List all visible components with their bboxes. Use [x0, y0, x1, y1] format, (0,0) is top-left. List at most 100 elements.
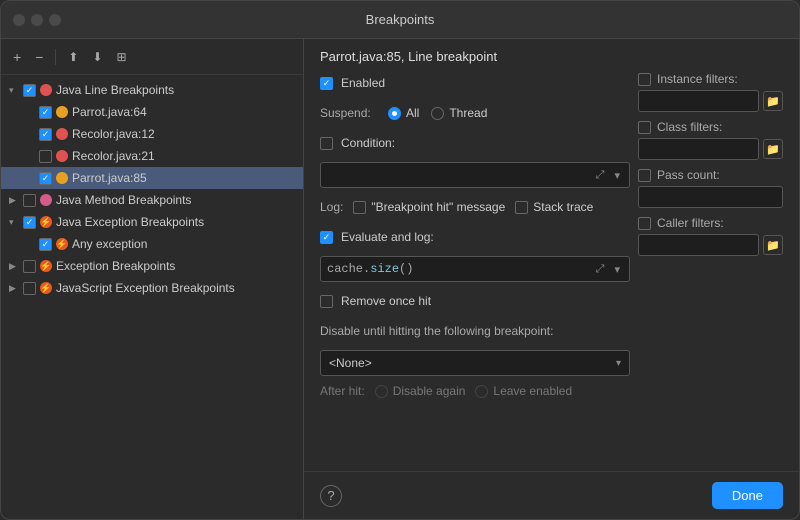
pass-count-checkbox[interactable]: [638, 169, 651, 182]
bp-parrot-64[interactable]: ✓ Parrot.java:64: [1, 101, 303, 123]
caller-filters-label: Caller filters:: [657, 216, 724, 230]
cb-java-exception[interactable]: ✓: [23, 216, 36, 229]
instance-filters-checkbox[interactable]: [638, 73, 651, 86]
eval-code: cache.size(): [327, 262, 589, 276]
done-button[interactable]: Done: [712, 482, 783, 509]
detail-right: Instance filters: 📁 Class filters:: [638, 72, 783, 465]
main-body: + − ⬆ ⬇ ⊞ ▾ ✓ Java Line Breakpoints ✓: [1, 39, 799, 519]
radio-thread[interactable]: Thread: [431, 106, 487, 120]
checkbox-java-line[interactable]: ✓: [23, 84, 36, 97]
detail-header: Parrot.java:85, Line breakpoint: [304, 39, 799, 66]
cb-java-method[interactable]: [23, 194, 36, 207]
cb-recolor-12[interactable]: ✓: [39, 128, 52, 141]
dot-recolor-12: [56, 128, 68, 140]
log-message-option: "Breakpoint hit" message: [353, 200, 505, 214]
group-java-exception[interactable]: ▾ ✓ ⚡ Java Exception Breakpoints: [1, 211, 303, 233]
expand-condition-btn[interactable]: ⤢: [593, 168, 608, 183]
remove-once-hit-row: Remove once hit: [320, 290, 630, 312]
instance-filters-browse-btn[interactable]: 📁: [763, 91, 783, 111]
condition-input[interactable]: [327, 168, 589, 182]
remove-once-hit-checkbox[interactable]: [320, 295, 333, 308]
enabled-checkbox[interactable]: ✓: [320, 77, 333, 90]
cb-recolor-21[interactable]: [39, 150, 52, 163]
label-parrot-85: Parrot.java:85: [72, 171, 295, 185]
detail-left: ✓ Enabled Suspend: All: [320, 72, 630, 465]
radio-disable-again-label: Disable again: [393, 384, 466, 398]
log-message-label: "Breakpoint hit" message: [371, 200, 505, 214]
group-java-line[interactable]: ▾ ✓ Java Line Breakpoints: [1, 79, 303, 101]
traffic-lights: [13, 14, 61, 26]
group-exception[interactable]: ▶ ⚡ Exception Breakpoints: [1, 255, 303, 277]
class-filters-browse-btn[interactable]: 📁: [763, 139, 783, 159]
cb-any-exception[interactable]: ✓: [39, 238, 52, 251]
export-button[interactable]: ⬆: [64, 49, 82, 65]
label-java-method: Java Method Breakpoints: [56, 193, 295, 207]
window-title: Breakpoints: [366, 12, 435, 27]
bp-recolor-21[interactable]: Recolor.java:21: [1, 145, 303, 167]
log-message-checkbox[interactable]: [353, 201, 366, 214]
stack-trace-checkbox[interactable]: [515, 201, 528, 214]
class-filters-input[interactable]: [638, 138, 759, 160]
right-side: Parrot.java:85, Line breakpoint ✓ Enable…: [304, 39, 799, 519]
bp-parrot-85[interactable]: ✓ Parrot.java:85: [1, 167, 303, 189]
condition-field-row: ⤢ ▾: [320, 162, 630, 188]
bp-any-exception[interactable]: ✓ ⚡ Any exception: [1, 233, 303, 255]
radio-thread-btn[interactable]: [431, 107, 444, 120]
eval-log-checkbox[interactable]: ✓: [320, 231, 333, 244]
cb-parrot-64[interactable]: ✓: [39, 106, 52, 119]
cb-js-exception[interactable]: [23, 282, 36, 295]
caller-filters-checkbox[interactable]: [638, 217, 651, 230]
class-filters-section: Class filters: 📁: [638, 120, 783, 160]
left-panel: + − ⬆ ⬇ ⊞ ▾ ✓ Java Line Breakpoints ✓: [1, 39, 304, 519]
bp-recolor-12[interactable]: ✓ Recolor.java:12: [1, 123, 303, 145]
radio-all-btn[interactable]: [388, 107, 401, 120]
class-filters-input-row: 📁: [638, 138, 783, 160]
eval-log-row: ✓ Evaluate and log:: [320, 226, 630, 248]
filter-button[interactable]: ⊞: [113, 49, 131, 65]
expand-eval-btn[interactable]: ⤢: [593, 262, 608, 277]
dot-parrot-64: [56, 106, 68, 118]
caller-filters-browse-btn[interactable]: 📁: [763, 235, 783, 255]
dropdown-condition-btn[interactable]: ▾: [611, 168, 623, 183]
expand-arrow-java-line: ▾: [9, 85, 19, 96]
condition-label: Condition:: [341, 136, 395, 150]
class-filters-row: Class filters:: [638, 120, 783, 134]
radio-disable-again-btn[interactable]: [375, 385, 388, 398]
radio-leave-enabled-label: Leave enabled: [493, 384, 572, 398]
cb-parrot-85[interactable]: ✓: [39, 172, 52, 185]
breakpoint-title: Parrot.java:85, Line breakpoint: [320, 49, 783, 64]
dot-parrot-85: [56, 172, 68, 184]
maximize-button[interactable]: [49, 14, 61, 26]
close-button[interactable]: [13, 14, 25, 26]
add-button[interactable]: +: [9, 48, 25, 66]
label-exception: Exception Breakpoints: [56, 259, 295, 273]
none-dropdown[interactable]: <None> ▾: [320, 350, 630, 376]
dot-java-exception: ⚡: [40, 216, 52, 228]
eval-log-label: Evaluate and log:: [341, 230, 434, 244]
detail-area: ✓ Enabled Suspend: All: [304, 66, 799, 471]
radio-all[interactable]: All: [388, 106, 419, 120]
label-recolor-12: Recolor.java:12: [72, 127, 295, 141]
caller-filters-input-row: 📁: [638, 234, 783, 256]
caller-filters-input[interactable]: [638, 234, 759, 256]
radio-all-label: All: [406, 106, 419, 120]
import-button[interactable]: ⬇: [88, 49, 106, 65]
cb-exception[interactable]: [23, 260, 36, 273]
group-js-exception[interactable]: ▶ ⚡ JavaScript Exception Breakpoints: [1, 277, 303, 299]
footer: ? Done: [304, 471, 799, 519]
help-button[interactable]: ?: [320, 485, 342, 507]
pass-count-input[interactable]: [638, 186, 783, 208]
pass-count-row: Pass count:: [638, 168, 783, 182]
remove-button[interactable]: −: [31, 48, 47, 66]
breakpoint-tree: ▾ ✓ Java Line Breakpoints ✓ Parrot.java:…: [1, 75, 303, 519]
radio-leave-enabled[interactable]: Leave enabled: [475, 384, 572, 398]
minimize-button[interactable]: [31, 14, 43, 26]
condition-checkbox[interactable]: [320, 137, 333, 150]
radio-leave-enabled-btn[interactable]: [475, 385, 488, 398]
instance-filters-input[interactable]: [638, 90, 759, 112]
dropdown-eval-btn[interactable]: ▾: [611, 262, 623, 277]
group-java-method[interactable]: ▶ Java Method Breakpoints: [1, 189, 303, 211]
class-filters-checkbox[interactable]: [638, 121, 651, 134]
none-option-label: <None>: [329, 356, 616, 370]
radio-disable-again[interactable]: Disable again: [375, 384, 466, 398]
